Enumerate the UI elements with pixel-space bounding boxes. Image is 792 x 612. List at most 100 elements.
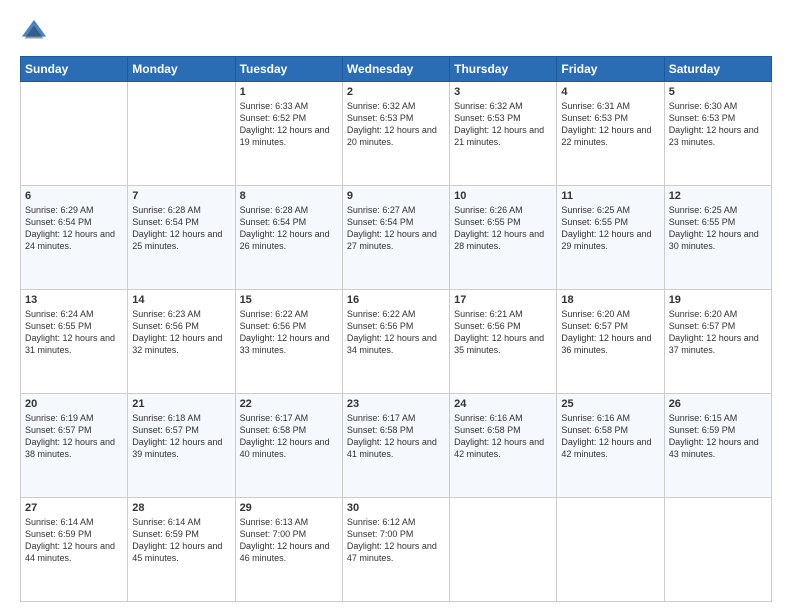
calendar-cell: 20 Sunrise: 6:19 AMSunset: 6:57 PMDayligh… <box>21 394 128 498</box>
day-number: 28 <box>132 502 230 514</box>
calendar-cell: 13 Sunrise: 6:24 AMSunset: 6:55 PMDayligh… <box>21 290 128 394</box>
cell-info: Sunrise: 6:23 AMSunset: 6:56 PMDaylight:… <box>132 308 230 357</box>
calendar-cell: 3Sunrise: 6:32 AMSunset: 6:53 PMDaylight… <box>450 82 557 186</box>
calendar-cell: 2Sunrise: 6:32 AMSunset: 6:53 PMDaylight… <box>342 82 449 186</box>
col-header-friday: Friday <box>557 57 664 82</box>
day-number: 6 <box>25 190 123 202</box>
calendar-cell <box>450 498 557 602</box>
calendar-cell <box>664 498 771 602</box>
calendar-cell: 18Sunrise: 6:20 AMSunset: 6:57 PMDayligh… <box>557 290 664 394</box>
calendar-header-row: SundayMondayTuesdayWednesdayThursdayFrid… <box>21 57 772 82</box>
logo-icon <box>20 18 48 46</box>
cell-info: Sunrise: 6:24 AMSunset: 6:55 PMDaylight:… <box>25 308 123 357</box>
calendar-cell: 14 Sunrise: 6:23 AMSunset: 6:56 PMDayligh… <box>128 290 235 394</box>
calendar-cell: 5 Sunrise: 6:30 AMSunset: 6:53 PMDaylight… <box>664 82 771 186</box>
cell-info: Sunrise: 6:12 AMSunset: 7:00 PMDaylight:… <box>347 516 445 565</box>
calendar-cell: 15 Sunrise: 6:22 AMSunset: 6:56 PMDayligh… <box>235 290 342 394</box>
cell-info: Sunrise: 6:22 AMSunset: 6:56 PMDaylight:… <box>347 308 445 357</box>
calendar-cell: 16 Sunrise: 6:22 AMSunset: 6:56 PMDayligh… <box>342 290 449 394</box>
day-number: 22 <box>240 398 338 410</box>
day-number: 15 <box>240 294 338 306</box>
day-number: 8 <box>240 190 338 202</box>
calendar-cell <box>128 82 235 186</box>
col-header-wednesday: Wednesday <box>342 57 449 82</box>
cell-info: Sunrise: 6:21 AMSunset: 6:56 PMDaylight:… <box>454 308 552 357</box>
calendar-cell: 30 Sunrise: 6:12 AMSunset: 7:00 PMDayligh… <box>342 498 449 602</box>
calendar-cell <box>557 498 664 602</box>
day-number: 21 <box>132 398 230 410</box>
cell-info: Sunrise: 6:14 AMSunset: 6:59 PMDaylight:… <box>132 516 230 565</box>
header <box>20 18 772 46</box>
cell-info: Sunrise: 6:30 AMSunset: 6:53 PMDaylight:… <box>669 100 767 149</box>
calendar-week-1: 1 Sunrise: 6:33 AMSunset: 6:52 PMDaylight… <box>21 82 772 186</box>
calendar-cell: 28 Sunrise: 6:14 AMSunset: 6:59 PMDayligh… <box>128 498 235 602</box>
calendar-cell: 24 Sunrise: 6:16 AMSunset: 6:58 PMDayligh… <box>450 394 557 498</box>
logo <box>20 18 52 46</box>
calendar-week-5: 27 Sunrise: 6:14 AMSunset: 6:59 PMDayligh… <box>21 498 772 602</box>
calendar-cell: 1 Sunrise: 6:33 AMSunset: 6:52 PMDaylight… <box>235 82 342 186</box>
day-number: 4 <box>561 86 659 98</box>
calendar-cell: 23 Sunrise: 6:17 AMSunset: 6:58 PMDayligh… <box>342 394 449 498</box>
cell-info: Sunrise: 6:28 AMSunset: 6:54 PMDaylight:… <box>132 204 230 253</box>
calendar-cell: 9Sunrise: 6:27 AMSunset: 6:54 PMDaylight… <box>342 186 449 290</box>
cell-info: Sunrise: 6:33 AMSunset: 6:52 PMDaylight:… <box>240 100 338 149</box>
day-number: 17 <box>454 294 552 306</box>
day-number: 11 <box>561 190 659 202</box>
day-number: 16 <box>347 294 445 306</box>
day-number: 30 <box>347 502 445 514</box>
calendar-cell: 25 Sunrise: 6:16 AMSunset: 6:58 PMDayligh… <box>557 394 664 498</box>
day-number: 24 <box>454 398 552 410</box>
cell-info: Sunrise: 6:18 AMSunset: 6:57 PMDaylight:… <box>132 412 230 461</box>
day-number: 29 <box>240 502 338 514</box>
cell-info: Sunrise: 6:19 AMSunset: 6:57 PMDaylight:… <box>25 412 123 461</box>
calendar-cell: 4 Sunrise: 6:31 AMSunset: 6:53 PMDaylight… <box>557 82 664 186</box>
cell-info: Sunrise: 6:31 AMSunset: 6:53 PMDaylight:… <box>561 100 659 149</box>
day-number: 19 <box>669 294 767 306</box>
cell-info: Sunrise: 6:32 AMSunset: 6:53 PMDaylight:… <box>347 100 445 149</box>
calendar-cell: 22 Sunrise: 6:17 AMSunset: 6:58 PMDayligh… <box>235 394 342 498</box>
cell-info: Sunrise: 6:22 AMSunset: 6:56 PMDaylight:… <box>240 308 338 357</box>
cell-info: Sunrise: 6:29 AMSunset: 6:54 PMDaylight:… <box>25 204 123 253</box>
day-number: 5 <box>669 86 767 98</box>
col-header-sunday: Sunday <box>21 57 128 82</box>
col-header-thursday: Thursday <box>450 57 557 82</box>
day-number: 10 <box>454 190 552 202</box>
calendar-cell: 10Sunrise: 6:26 AMSunset: 6:55 PMDayligh… <box>450 186 557 290</box>
day-number: 20 <box>25 398 123 410</box>
day-number: 26 <box>669 398 767 410</box>
calendar-cell: 21 Sunrise: 6:18 AMSunset: 6:57 PMDayligh… <box>128 394 235 498</box>
cell-info: Sunrise: 6:17 AMSunset: 6:58 PMDaylight:… <box>347 412 445 461</box>
calendar-cell: 8 Sunrise: 6:28 AMSunset: 6:54 PMDaylight… <box>235 186 342 290</box>
cell-info: Sunrise: 6:17 AMSunset: 6:58 PMDaylight:… <box>240 412 338 461</box>
day-number: 14 <box>132 294 230 306</box>
day-number: 1 <box>240 86 338 98</box>
cell-info: Sunrise: 6:16 AMSunset: 6:58 PMDaylight:… <box>561 412 659 461</box>
calendar-cell: 7Sunrise: 6:28 AMSunset: 6:54 PMDaylight… <box>128 186 235 290</box>
col-header-tuesday: Tuesday <box>235 57 342 82</box>
cell-info: Sunrise: 6:15 AMSunset: 6:59 PMDaylight:… <box>669 412 767 461</box>
calendar-week-4: 20 Sunrise: 6:19 AMSunset: 6:57 PMDayligh… <box>21 394 772 498</box>
day-number: 18 <box>561 294 659 306</box>
calendar-table: SundayMondayTuesdayWednesdayThursdayFrid… <box>20 56 772 602</box>
calendar-cell: 27 Sunrise: 6:14 AMSunset: 6:59 PMDayligh… <box>21 498 128 602</box>
calendar-cell: 29Sunrise: 6:13 AMSunset: 7:00 PMDayligh… <box>235 498 342 602</box>
cell-info: Sunrise: 6:16 AMSunset: 6:58 PMDaylight:… <box>454 412 552 461</box>
day-number: 27 <box>25 502 123 514</box>
calendar-week-3: 13 Sunrise: 6:24 AMSunset: 6:55 PMDayligh… <box>21 290 772 394</box>
day-number: 13 <box>25 294 123 306</box>
calendar-cell: 19Sunrise: 6:20 AMSunset: 6:57 PMDayligh… <box>664 290 771 394</box>
col-header-monday: Monday <box>128 57 235 82</box>
page: SundayMondayTuesdayWednesdayThursdayFrid… <box>0 0 792 612</box>
day-number: 25 <box>561 398 659 410</box>
calendar-cell <box>21 82 128 186</box>
cell-info: Sunrise: 6:28 AMSunset: 6:54 PMDaylight:… <box>240 204 338 253</box>
cell-info: Sunrise: 6:14 AMSunset: 6:59 PMDaylight:… <box>25 516 123 565</box>
calendar-cell: 26 Sunrise: 6:15 AMSunset: 6:59 PMDayligh… <box>664 394 771 498</box>
calendar-cell: 11 Sunrise: 6:25 AMSunset: 6:55 PMDayligh… <box>557 186 664 290</box>
day-number: 9 <box>347 190 445 202</box>
cell-info: Sunrise: 6:25 AMSunset: 6:55 PMDaylight:… <box>561 204 659 253</box>
calendar-week-2: 6 Sunrise: 6:29 AMSunset: 6:54 PMDaylight… <box>21 186 772 290</box>
day-number: 12 <box>669 190 767 202</box>
day-number: 23 <box>347 398 445 410</box>
calendar-cell: 17 Sunrise: 6:21 AMSunset: 6:56 PMDayligh… <box>450 290 557 394</box>
